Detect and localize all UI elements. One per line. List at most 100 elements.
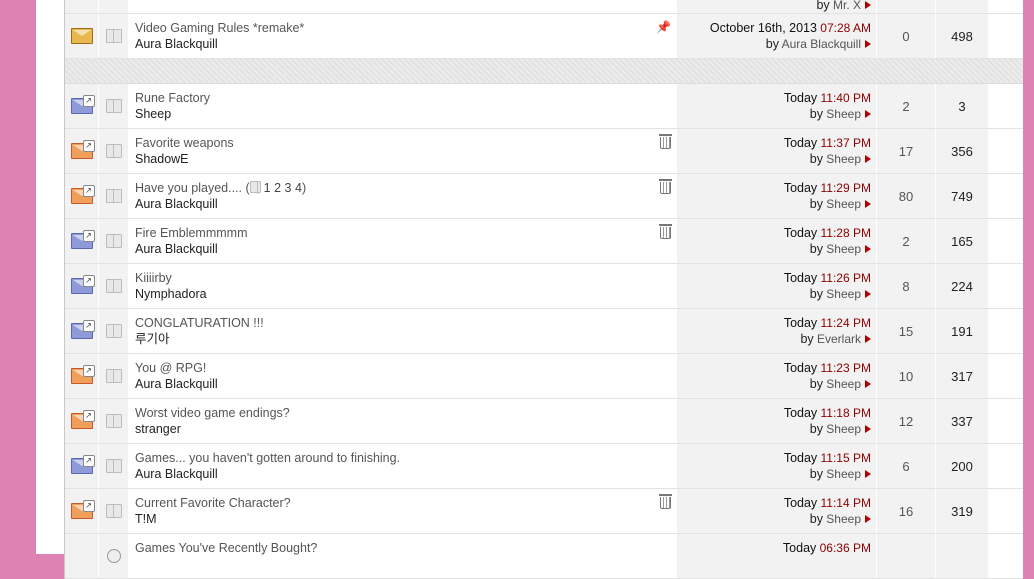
table-row: ↗ You @ RPG! Aura Blackquill Today 11:23 PM…: [65, 354, 1023, 399]
replies-count: 15: [877, 309, 936, 353]
last-post-by: by: [809, 107, 823, 121]
last-post-user[interactable]: Sheep: [826, 287, 861, 301]
last-post-user[interactable]: Sheep: [826, 512, 861, 526]
thread-author[interactable]: ShadowE: [135, 151, 677, 167]
table-row: ↗ Games... you haven't gotten around to f…: [65, 444, 1023, 489]
last-post-time: 11:26 PM: [820, 271, 871, 285]
trash-icon[interactable]: [659, 494, 672, 509]
thread-title[interactable]: CONGLATURATION !!!: [135, 316, 264, 330]
thread-author[interactable]: stranger: [135, 421, 677, 437]
go-to-last-post-icon[interactable]: [865, 424, 871, 433]
last-post-time: 11:23 PM: [820, 361, 871, 375]
replies-count: 2: [877, 219, 936, 263]
thread-title[interactable]: Video Gaming Rules *remake*: [135, 20, 677, 36]
last-post-user[interactable]: Sheep: [826, 107, 861, 121]
sticky-separator: [65, 59, 1023, 84]
last-post-time: 11:24 PM: [820, 316, 871, 330]
go-to-last-post-icon[interactable]: [865, 379, 871, 388]
table-row: ↗ Have you played.... (1 2 3 4) Aura Black…: [65, 174, 1023, 219]
last-post-by: by: [809, 377, 823, 391]
thread-title[interactable]: Current Favorite Character?: [135, 496, 291, 510]
page-link[interactable]: 2: [274, 181, 281, 195]
thread-title[interactable]: Games... you haven't gotten around to fi…: [135, 451, 400, 465]
last-post-user[interactable]: Sheep: [826, 152, 861, 166]
page-link[interactable]: 4: [295, 181, 302, 195]
thread-author[interactable]: Nymphadora: [135, 286, 677, 302]
views-count: 356: [936, 129, 988, 173]
last-post-by: by: [809, 152, 823, 166]
topic-icon: [105, 414, 122, 428]
thread-author[interactable]: Aura Blackquill: [135, 376, 677, 392]
go-to-last-post-icon[interactable]: [865, 289, 871, 298]
last-post-user[interactable]: Sheep: [826, 422, 861, 436]
last-post-date: Today: [783, 406, 818, 420]
table-row: ↗ Rune Factory Sheep Today 11:40 PM by Sheep…: [65, 84, 1023, 129]
thread-title[interactable]: You @ RPG!: [135, 361, 206, 375]
go-to-last-post-icon[interactable]: [865, 0, 871, 9]
views-count: 317: [936, 354, 988, 398]
views-count: 749: [936, 174, 988, 218]
last-post-user[interactable]: Aura Blackquill: [782, 37, 861, 51]
last-post-user[interactable]: Mr. X: [833, 0, 861, 12]
last-post-by: by: [809, 467, 823, 481]
thread-status-icon: ↗: [70, 275, 95, 294]
go-to-last-post-icon[interactable]: [865, 199, 871, 208]
trash-icon[interactable]: [659, 179, 672, 194]
last-post-date: Today: [783, 181, 818, 195]
table-row: ↗ CONGLATURATION !!! 루기아 Today 11:24 PM by E…: [65, 309, 1023, 354]
replies-count: 16: [877, 489, 936, 533]
page-link[interactable]: 1: [264, 181, 271, 195]
last-post-date: Today: [783, 316, 818, 330]
topic-icon: [105, 324, 122, 338]
last-post-date: October 16th, 2013: [709, 21, 817, 35]
thread-title[interactable]: Have you played....: [135, 181, 242, 195]
last-post-time: 07:28 AM: [820, 21, 871, 35]
thread-status-icon: ↗: [70, 410, 95, 429]
go-to-last-post-icon[interactable]: [865, 334, 871, 343]
thread-author[interactable]: T!M: [135, 511, 677, 527]
thread-list: by Mr. X Video Gaming Rules *remake* Aur…: [64, 0, 1023, 579]
views-count: 200: [936, 444, 988, 488]
thread-title[interactable]: Fire Emblemmmmm: [135, 226, 248, 240]
replies-count: 12: [877, 399, 936, 443]
topic-icon: [105, 234, 122, 248]
page-link[interactable]: 3: [285, 181, 292, 195]
last-post-user[interactable]: Sheep: [826, 467, 861, 481]
thread-author[interactable]: Sheep: [135, 106, 677, 122]
thread-title[interactable]: Favorite weapons: [135, 136, 234, 150]
thread-author[interactable]: 루기아: [135, 331, 677, 347]
go-to-last-post-icon[interactable]: [865, 244, 871, 253]
trash-icon[interactable]: [659, 224, 672, 239]
thread-author[interactable]: Aura Blackquill: [135, 466, 677, 482]
thread-author[interactable]: Aura Blackquill: [135, 36, 677, 52]
thread-author[interactable]: Aura Blackquill: [135, 196, 677, 212]
last-post-by: by: [809, 242, 823, 256]
views-count: 319: [936, 489, 988, 533]
last-post-time: 06:36 PM: [819, 541, 871, 555]
last-post-user[interactable]: Sheep: [826, 377, 861, 391]
thread-title[interactable]: Kiiiirby: [135, 271, 172, 285]
last-post-user[interactable]: Sheep: [826, 242, 861, 256]
go-to-last-post-icon[interactable]: [865, 154, 871, 163]
go-to-last-post-icon[interactable]: [865, 109, 871, 118]
last-post-by: by: [765, 37, 779, 51]
last-post-date: Today: [783, 226, 818, 240]
go-to-last-post-icon[interactable]: [865, 514, 871, 523]
go-to-last-post-icon[interactable]: [865, 469, 871, 478]
topic-icon: [105, 459, 122, 473]
thread-title[interactable]: Rune Factory: [135, 91, 210, 105]
thread-author[interactable]: Aura Blackquill: [135, 241, 677, 257]
last-post-date: Today: [783, 271, 818, 285]
replies-count: 8: [877, 264, 936, 308]
go-to-last-post-icon[interactable]: [865, 39, 871, 48]
last-post-user[interactable]: Sheep: [826, 197, 861, 211]
locked-thread-icon: [70, 28, 93, 44]
views-count: 3: [936, 84, 988, 128]
trash-icon[interactable]: [659, 134, 672, 149]
topic-icon: [105, 29, 122, 43]
thread-title[interactable]: Worst video game endings?: [135, 406, 290, 420]
last-post-user[interactable]: Everlark: [817, 332, 861, 346]
sticky-thread-row: Video Gaming Rules *remake* Aura Blackqu…: [65, 14, 1023, 59]
last-post-time: 11:40 PM: [820, 91, 871, 105]
replies-count: 17: [877, 129, 936, 173]
